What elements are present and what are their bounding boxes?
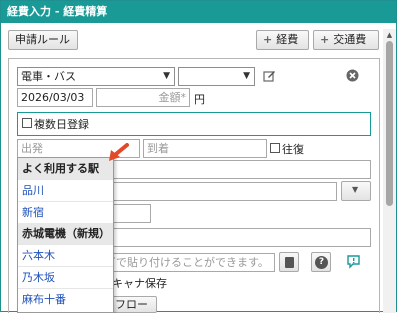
expense-type-select[interactable]: 電車・バス ▼ [17, 67, 175, 86]
help-icon: ? [315, 256, 328, 269]
chevron-down-icon: ▼ [352, 185, 359, 194]
frequent-stations-header: よく利用する駅 [18, 158, 113, 179]
scan-save-label: キャナ保存 [112, 277, 167, 290]
add-expense-button[interactable]: + 経費 [256, 30, 309, 50]
expense-dialog: 経費入力 - 経費精算 申請ルール + 経費 + 交通費 電車・バス ▼ ▼ 202… [0, 0, 397, 313]
station-option[interactable]: 新宿 [18, 201, 113, 222]
add-expense-label: 経費 [276, 33, 299, 46]
station-dropdown: よく利用する駅 品川 新宿 赤城電機（新規） 六本木 乃木坂 麻布十番 [17, 157, 114, 313]
sub-type-select[interactable]: ▼ [178, 67, 255, 86]
rules-button-label: 申請ルール [15, 33, 70, 46]
round-trip-checkbox[interactable] [270, 143, 280, 153]
help-button[interactable]: ? [311, 252, 331, 272]
round-trip-label: 往復 [282, 143, 304, 156]
date-value: 2026/03/03 [21, 91, 85, 104]
scanner-button[interactable] [279, 252, 299, 272]
route-select-field[interactable] [101, 182, 337, 201]
rules-button[interactable]: 申請ルール [8, 30, 78, 50]
workflow-label: フロー [115, 298, 148, 311]
add-transport-button[interactable]: + 交通費 [313, 30, 379, 50]
multi-day-label: 複数日登録 [34, 118, 89, 131]
plus-icon: + [263, 33, 273, 46]
expense-type-value: 電車・バス [21, 70, 76, 83]
date-field[interactable]: 2026/03/03 [17, 88, 93, 107]
dialog-title: 経費入力 - 経費精算 [1, 1, 396, 23]
memo-field[interactable] [101, 228, 371, 247]
arrival-field[interactable]: 到着 [143, 139, 267, 158]
station-option[interactable]: 乃木坂 [18, 266, 113, 287]
scroll-up-icon[interactable]: ▲ [385, 31, 394, 39]
edit-icon[interactable] [263, 69, 276, 82]
add-transport-label: 交通費 [333, 33, 367, 46]
amount-placeholder: 金額* [158, 91, 187, 104]
client-stations-header: 赤城電機（新規） [18, 223, 113, 244]
station-option[interactable]: 麻布十番 [18, 288, 113, 309]
scrollbar-thumb[interactable] [386, 41, 393, 206]
route-dropdown-button[interactable]: ▼ [341, 181, 371, 201]
currency-unit: 円 [194, 93, 205, 106]
chevron-down-icon: ▼ [163, 71, 170, 81]
departure-placeholder: 出発 [21, 142, 43, 155]
pointer-arrow-icon [107, 143, 129, 163]
plus-icon: + [320, 33, 330, 46]
chevron-down-icon: ▼ [243, 71, 250, 81]
comment-icon[interactable] [347, 255, 360, 269]
document-icon [285, 257, 294, 268]
attachment-hint[interactable]: ビで貼り付けることができます。 [101, 253, 275, 272]
station-option[interactable]: 六本木 [18, 244, 113, 265]
multi-day-checkbox[interactable] [22, 118, 32, 128]
arrival-placeholder: 到着 [147, 142, 169, 155]
route-detail-field[interactable] [101, 160, 371, 179]
station-option[interactable]: 品川 [18, 179, 113, 200]
close-icon[interactable] [346, 69, 359, 82]
amount-field[interactable]: 金額* [96, 88, 190, 107]
attachment-hint-text: ビで貼り付けることができます。 [105, 256, 269, 269]
